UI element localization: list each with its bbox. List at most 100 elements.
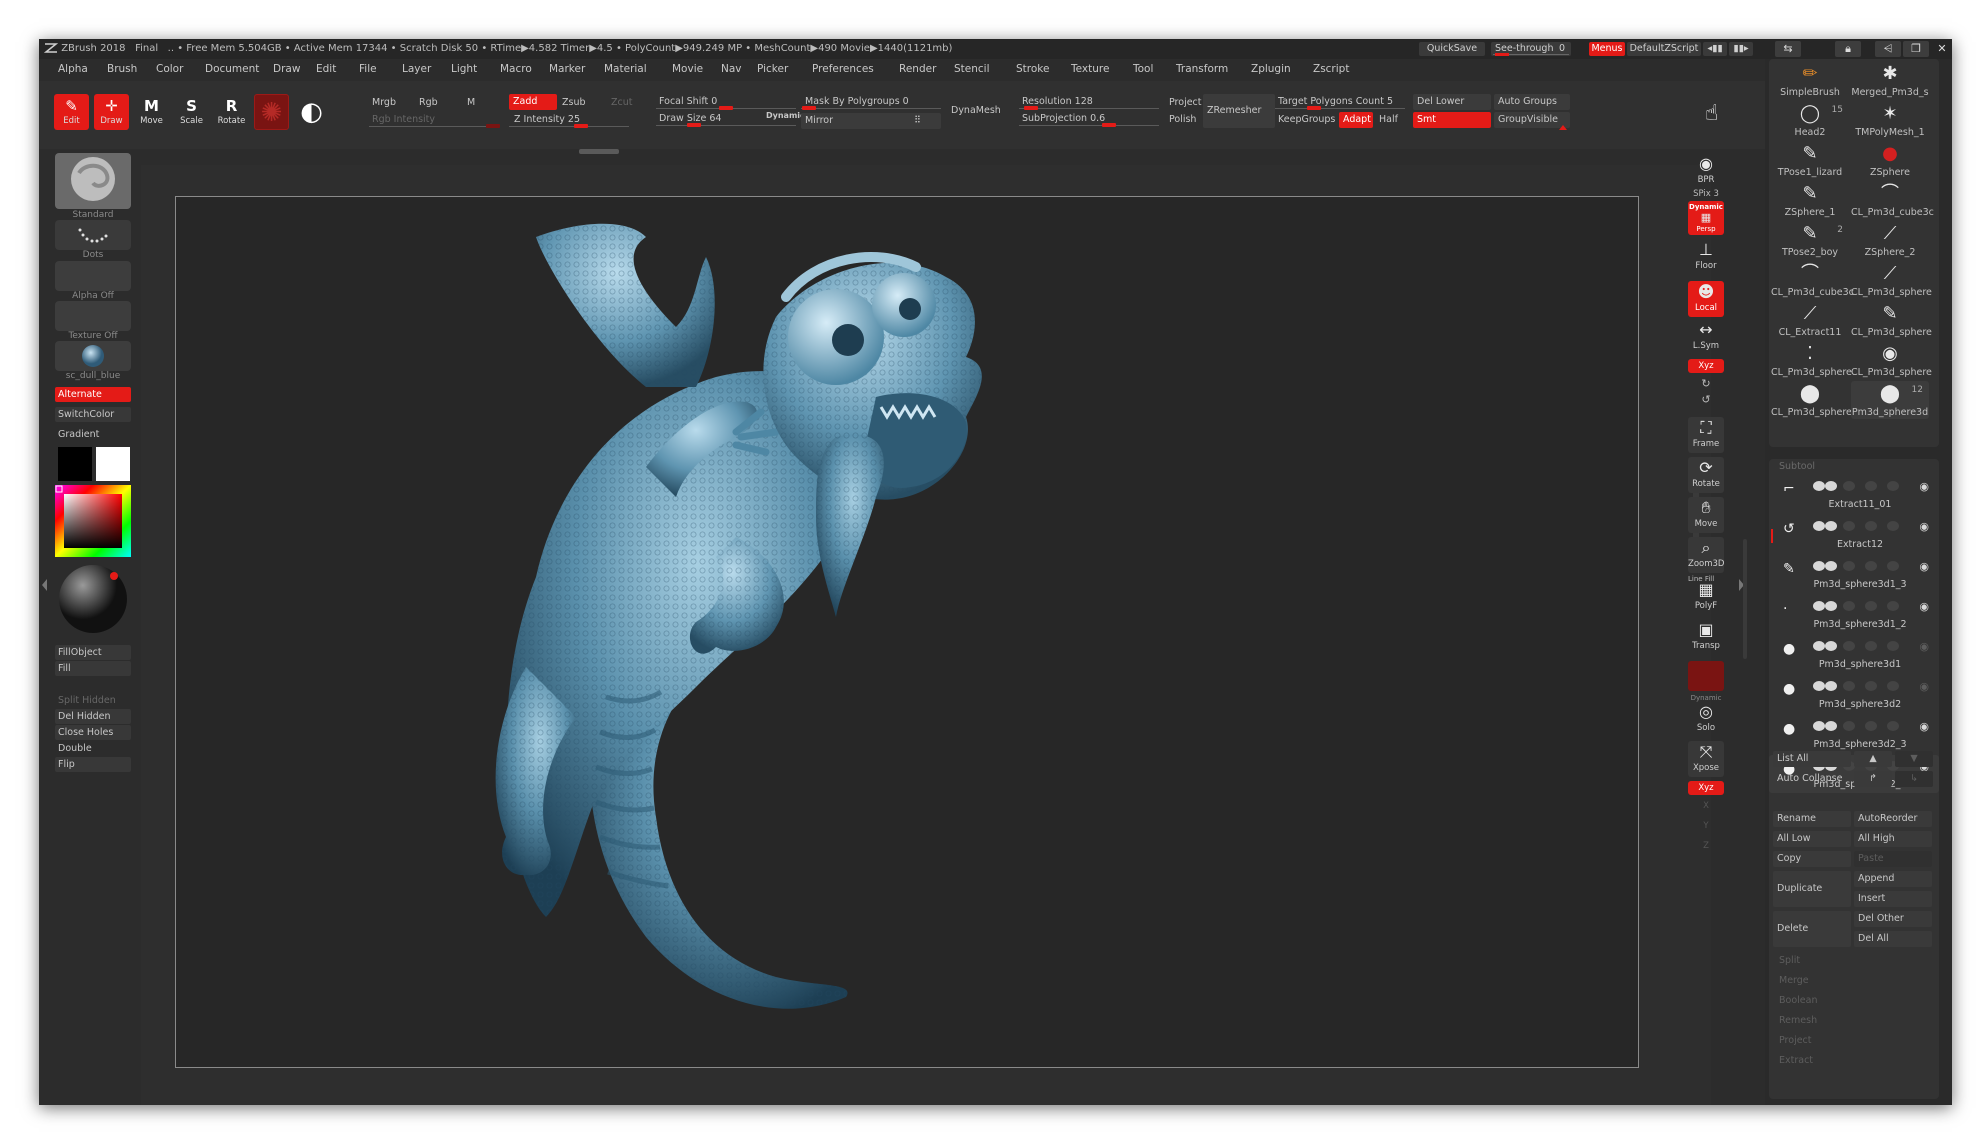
- subtool-item[interactable]: ● ◉ Pm3d_sphere3d1: [1769, 635, 1939, 673]
- tool-thumbnail[interactable]: ⟋ CL_Extract11: [1771, 301, 1849, 339]
- tool-thumbnail[interactable]: ◉ CL_Pm3d_sphere: [1851, 341, 1932, 379]
- double-button[interactable]: Double: [55, 741, 131, 756]
- subtool-toggle-icon[interactable]: [1887, 521, 1899, 531]
- subtool-toggle-icon[interactable]: [1887, 641, 1899, 651]
- bpr-button[interactable]: ◉ BPR: [1688, 153, 1724, 189]
- subtool-toggle-icon[interactable]: [1865, 601, 1877, 611]
- x-axis-label[interactable]: X: [1688, 801, 1724, 811]
- menu-material[interactable]: Material: [604, 63, 647, 75]
- menu-marker[interactable]: Marker: [549, 63, 585, 75]
- duplicate-button[interactable]: Duplicate: [1773, 871, 1851, 907]
- menu-stencil[interactable]: Stencil: [954, 63, 990, 75]
- material-preview-sphere[interactable]: [57, 563, 129, 635]
- subtool-toggle-icon[interactable]: [1825, 721, 1837, 731]
- lizard-model[interactable]: [176, 197, 1638, 1067]
- all-high-button[interactable]: All High: [1854, 831, 1932, 847]
- lock-icon[interactable]: 🔒︎: [1835, 41, 1861, 57]
- visibility-eye-icon[interactable]: ◉: [1919, 560, 1929, 573]
- subtool-toggle-icon[interactable]: [1865, 521, 1877, 531]
- move-view-button[interactable]: ✋︎ Move: [1688, 497, 1724, 533]
- subtool-header[interactable]: Subtool: [1779, 461, 1815, 472]
- local-button[interactable]: ☻ Local: [1688, 281, 1724, 317]
- autoreorder-button[interactable]: AutoReorder: [1854, 811, 1932, 827]
- visibility-eye-icon[interactable]: ◉: [1919, 680, 1929, 693]
- close-holes-button[interactable]: Close Holes: [55, 725, 131, 740]
- spix-slider[interactable]: SPix 3: [1688, 189, 1724, 199]
- menu-transform[interactable]: Transform: [1176, 63, 1228, 75]
- alpha-thumbnail[interactable]: [55, 261, 131, 291]
- tool-thumbnail[interactable]: ⌒ CL_Pm3d_cube3c: [1771, 261, 1854, 299]
- rotate-mode-button[interactable]: R Rotate: [214, 94, 249, 130]
- rotate-view-button[interactable]: ⟳ Rotate: [1688, 457, 1724, 493]
- rgb-button[interactable]: Rgb: [419, 97, 438, 108]
- menu-macro[interactable]: Macro: [500, 63, 532, 75]
- tool-thumbnail[interactable]: ● ZSphere: [1851, 141, 1929, 179]
- copy-button[interactable]: Copy: [1773, 851, 1851, 867]
- tool-thumbnail[interactable]: ⌒ CL_Pm3d_cube3c: [1851, 181, 1934, 219]
- remesh-menu[interactable]: Remesh: [1779, 1015, 1817, 1026]
- z-axis-label[interactable]: Z: [1688, 841, 1724, 851]
- menu-movie[interactable]: Movie: [672, 63, 703, 75]
- persp-button[interactable]: Dynamic ▦ Persp: [1688, 201, 1724, 235]
- del-lower-button[interactable]: Del Lower: [1413, 94, 1491, 110]
- subtool-item[interactable]: ● ◉ Pm3d_sphere3d2: [1769, 675, 1939, 713]
- edit-mode-button[interactable]: ✎ Edit: [54, 94, 89, 130]
- auto-collapse-button[interactable]: Auto Collapse: [1773, 771, 1851, 787]
- menu-nav[interactable]: Nav: [721, 63, 742, 75]
- subtool-toggle-icon[interactable]: [1843, 681, 1855, 691]
- menu-zscript[interactable]: Zscript: [1313, 63, 1349, 75]
- split-hidden-button[interactable]: Split Hidden: [55, 693, 131, 708]
- ghost-button[interactable]: [1688, 661, 1724, 691]
- restore-icon[interactable]: ❐: [1903, 41, 1929, 57]
- m-button[interactable]: M: [467, 97, 475, 108]
- dynamesh-button[interactable]: DynaMesh: [951, 105, 1001, 116]
- move-mode-button[interactable]: M Move: [134, 94, 169, 130]
- tool-thumbnail[interactable]: ⁚ CL_Pm3d_sphere: [1771, 341, 1852, 379]
- default-zscript-button[interactable]: DefaultZScript: [1627, 42, 1701, 56]
- subtool-toggle-icon[interactable]: [1843, 641, 1855, 651]
- subtool-toggle-icon[interactable]: [1843, 601, 1855, 611]
- dynamic-size-toggle[interactable]: Dynamic: [766, 111, 805, 120]
- xyz-rotation-button[interactable]: Xyz: [1688, 359, 1724, 373]
- project-button[interactable]: Project: [1169, 97, 1202, 108]
- keepgroups-button[interactable]: KeepGroups: [1278, 114, 1335, 125]
- fillobject-button[interactable]: FillObject: [55, 645, 131, 660]
- xyz-sym-button[interactable]: Xyz: [1688, 781, 1724, 795]
- menu-draw[interactable]: Draw: [273, 63, 300, 75]
- lsym-button[interactable]: ↔ L.Sym: [1688, 319, 1724, 355]
- tool-thumbnail[interactable]: ✏︎ SimpleBrush: [1771, 61, 1849, 99]
- menu-stroke[interactable]: Stroke: [1016, 63, 1049, 75]
- subtool-toggle-icon[interactable]: [1887, 561, 1899, 571]
- subtool-item[interactable]: ✎ ◉ Pm3d_sphere3d1_3: [1769, 555, 1939, 593]
- secondary-color-swatch[interactable]: [96, 447, 130, 481]
- smt-button[interactable]: Smt: [1413, 112, 1491, 128]
- subtool-toggle-icon[interactable]: [1843, 721, 1855, 731]
- subtool-toggle-icon[interactable]: [1813, 561, 1825, 571]
- zoom3d-button[interactable]: ⌕ Zoom3D: [1688, 537, 1724, 573]
- zremesher-button[interactable]: ZRemesher: [1203, 94, 1275, 128]
- floor-button[interactable]: ⊥ Floor: [1688, 239, 1724, 275]
- subprojection-slider[interactable]: SubProjection 0.6: [1022, 113, 1105, 124]
- tool-thumbnail[interactable]: ⬤ CL_Pm3d_sphere: [1771, 381, 1852, 419]
- menu-picker[interactable]: Picker: [757, 63, 788, 75]
- texture-thumbnail[interactable]: [55, 301, 131, 331]
- del-all-button[interactable]: Del All: [1854, 931, 1932, 947]
- layout-prev-icon[interactable]: ◂▮▮: [1703, 42, 1727, 56]
- menu-document[interactable]: Document: [205, 63, 259, 75]
- tool-thumbnail[interactable]: ✎ ZSphere_1: [1771, 181, 1849, 219]
- extract-menu[interactable]: Extract: [1779, 1055, 1813, 1066]
- target-polygons-slider[interactable]: Target Polygons Count 5: [1278, 96, 1393, 107]
- subtool-toggle-icon[interactable]: [1813, 521, 1825, 531]
- menu-tool[interactable]: Tool: [1133, 63, 1153, 75]
- paste-button[interactable]: Paste: [1854, 851, 1932, 867]
- arrow-right-icon[interactable]: ↱: [1854, 771, 1892, 787]
- tool-thumbnail[interactable]: ⟋ ZSphere_2: [1851, 221, 1929, 259]
- color-picker[interactable]: [55, 485, 131, 557]
- subtool-toggle-icon[interactable]: [1843, 481, 1855, 491]
- zcut-button[interactable]: Zcut: [611, 97, 632, 108]
- subtool-toggle-icon[interactable]: [1865, 561, 1877, 571]
- document-canvas[interactable]: [175, 196, 1639, 1068]
- rotate-y-icon[interactable]: ↻: [1688, 377, 1724, 390]
- layout-next-icon[interactable]: ▮▮▸: [1729, 42, 1753, 56]
- subtool-toggle-icon[interactable]: [1813, 481, 1825, 491]
